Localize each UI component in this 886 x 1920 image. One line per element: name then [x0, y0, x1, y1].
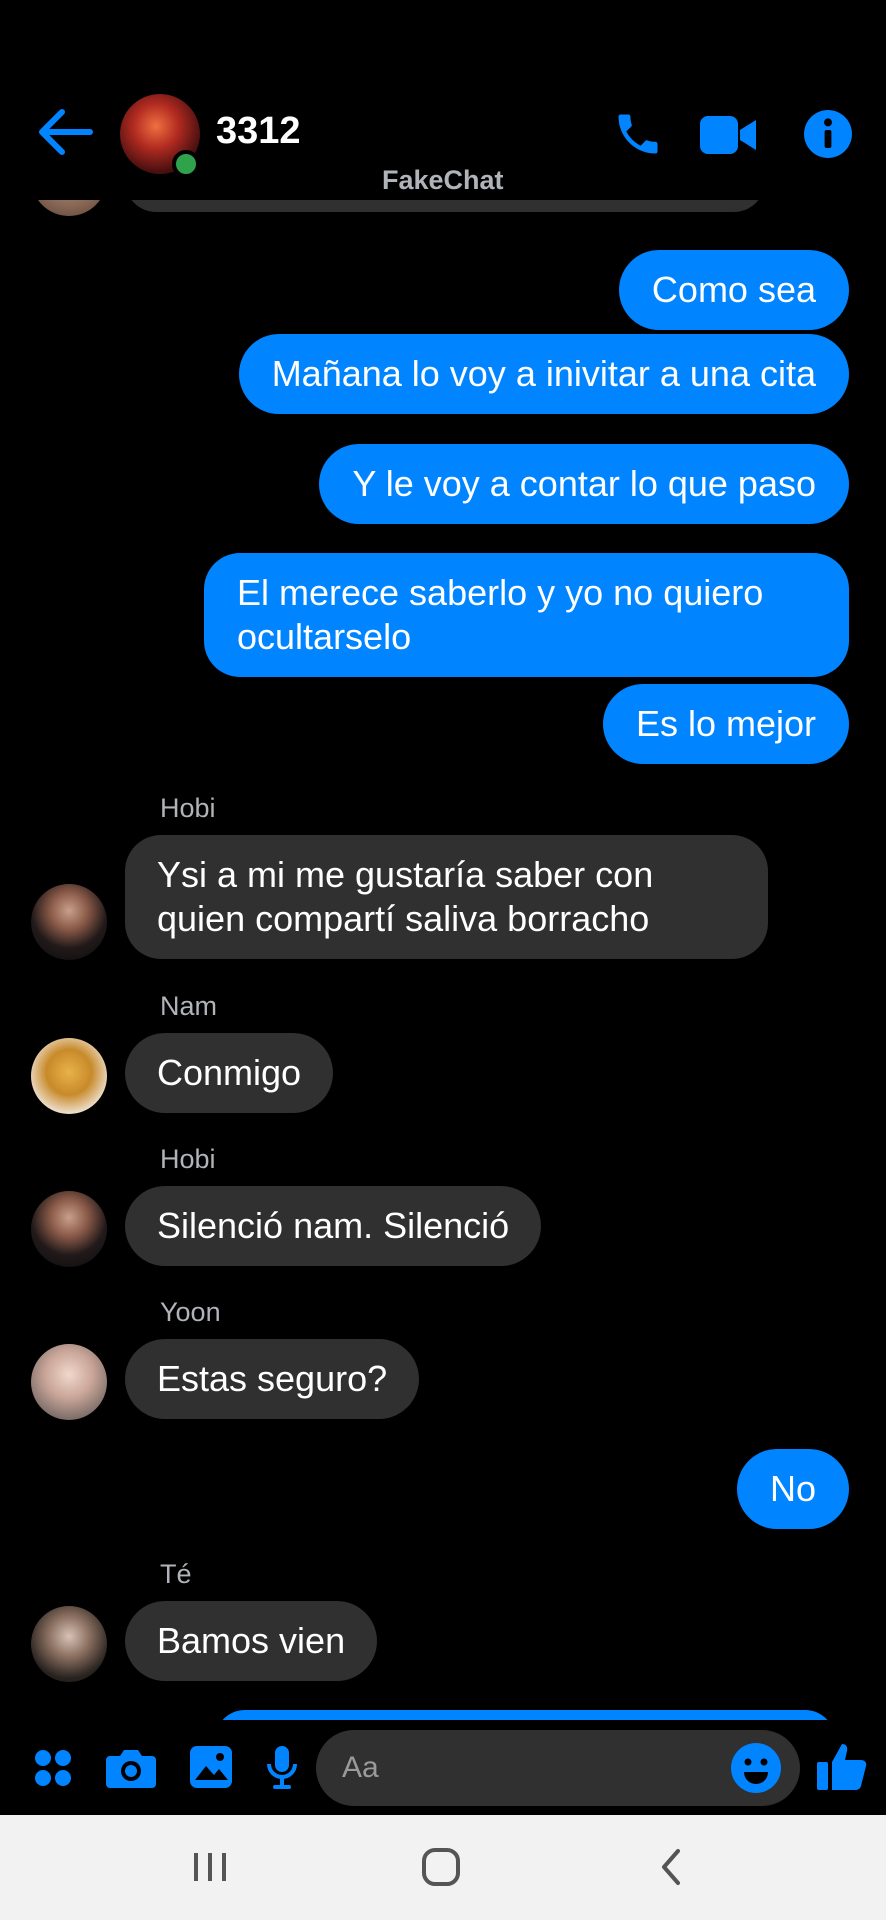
message-bubble-outgoing[interactable]: Como sea — [618, 250, 849, 330]
emoji-icon[interactable] — [730, 1742, 782, 1794]
chat-messages-area[interactable]: Como sea Mañana lo voy a inivitar a una … — [0, 190, 886, 1720]
message-bubble-outgoing[interactable]: No — [736, 1449, 849, 1529]
message-bubble-outgoing[interactable]: Y le voy a contar lo que paso — [319, 444, 849, 524]
online-status-dot — [172, 150, 200, 178]
grid-dots-icon[interactable] — [33, 1748, 73, 1788]
chat-title[interactable]: 3312 — [216, 110, 301, 153]
thumbs-up-icon[interactable] — [815, 1740, 869, 1794]
message-bubble-incoming[interactable]: Conmigo — [125, 1033, 334, 1113]
home-icon[interactable] — [411, 1839, 471, 1895]
message-bubble-incoming[interactable]: Ysi a mi me gustaría saber con quien com… — [125, 835, 768, 959]
sender-name: Hobi — [160, 1144, 216, 1174]
avatar-nam[interactable] — [31, 1038, 107, 1114]
message-bubble-outgoing[interactable]: Es lo mejor — [602, 684, 849, 764]
message-bubble-outgoing[interactable]: Mañana lo voy a inivitar a una cita — [238, 334, 849, 414]
sender-name: Nam — [160, 991, 218, 1021]
info-icon[interactable] — [804, 110, 852, 158]
camera-icon[interactable] — [106, 1746, 156, 1790]
avatar-yoon[interactable] — [31, 1344, 107, 1420]
microphone-icon[interactable] — [266, 1744, 298, 1792]
chevron-left-icon[interactable] — [642, 1839, 702, 1895]
sender-name: Hobi — [160, 793, 216, 823]
sender-name: Yoon — [160, 1297, 221, 1327]
app-watermark: FakeChat — [382, 165, 504, 195]
image-icon[interactable] — [188, 1744, 234, 1790]
message-input[interactable] — [316, 1730, 800, 1806]
sender-name: Té — [160, 1559, 192, 1589]
avatar-te[interactable] — [31, 1606, 107, 1682]
message-bubble-incoming[interactable]: Estas seguro? — [125, 1339, 420, 1419]
partial-message-bubble — [215, 1710, 835, 1720]
avatar-hobi[interactable] — [31, 884, 107, 960]
video-camera-icon[interactable] — [700, 114, 758, 156]
message-bubble-incoming[interactable]: Silenció nam. Silenció — [125, 1186, 542, 1266]
chat-header: 3312 FakeChat — [0, 0, 886, 200]
message-composer — [0, 1720, 886, 1815]
message-bubble-outgoing[interactable]: El merece saberlo y yo no quiero ocultar… — [204, 553, 849, 677]
recents-icon[interactable] — [180, 1839, 240, 1895]
arrow-left-icon[interactable] — [38, 108, 94, 156]
system-navigation-bar — [0, 1815, 886, 1920]
phone-icon[interactable] — [612, 108, 664, 160]
message-bubble-incoming[interactable]: Bamos vien — [125, 1601, 378, 1681]
avatar-hobi[interactable] — [31, 1191, 107, 1267]
